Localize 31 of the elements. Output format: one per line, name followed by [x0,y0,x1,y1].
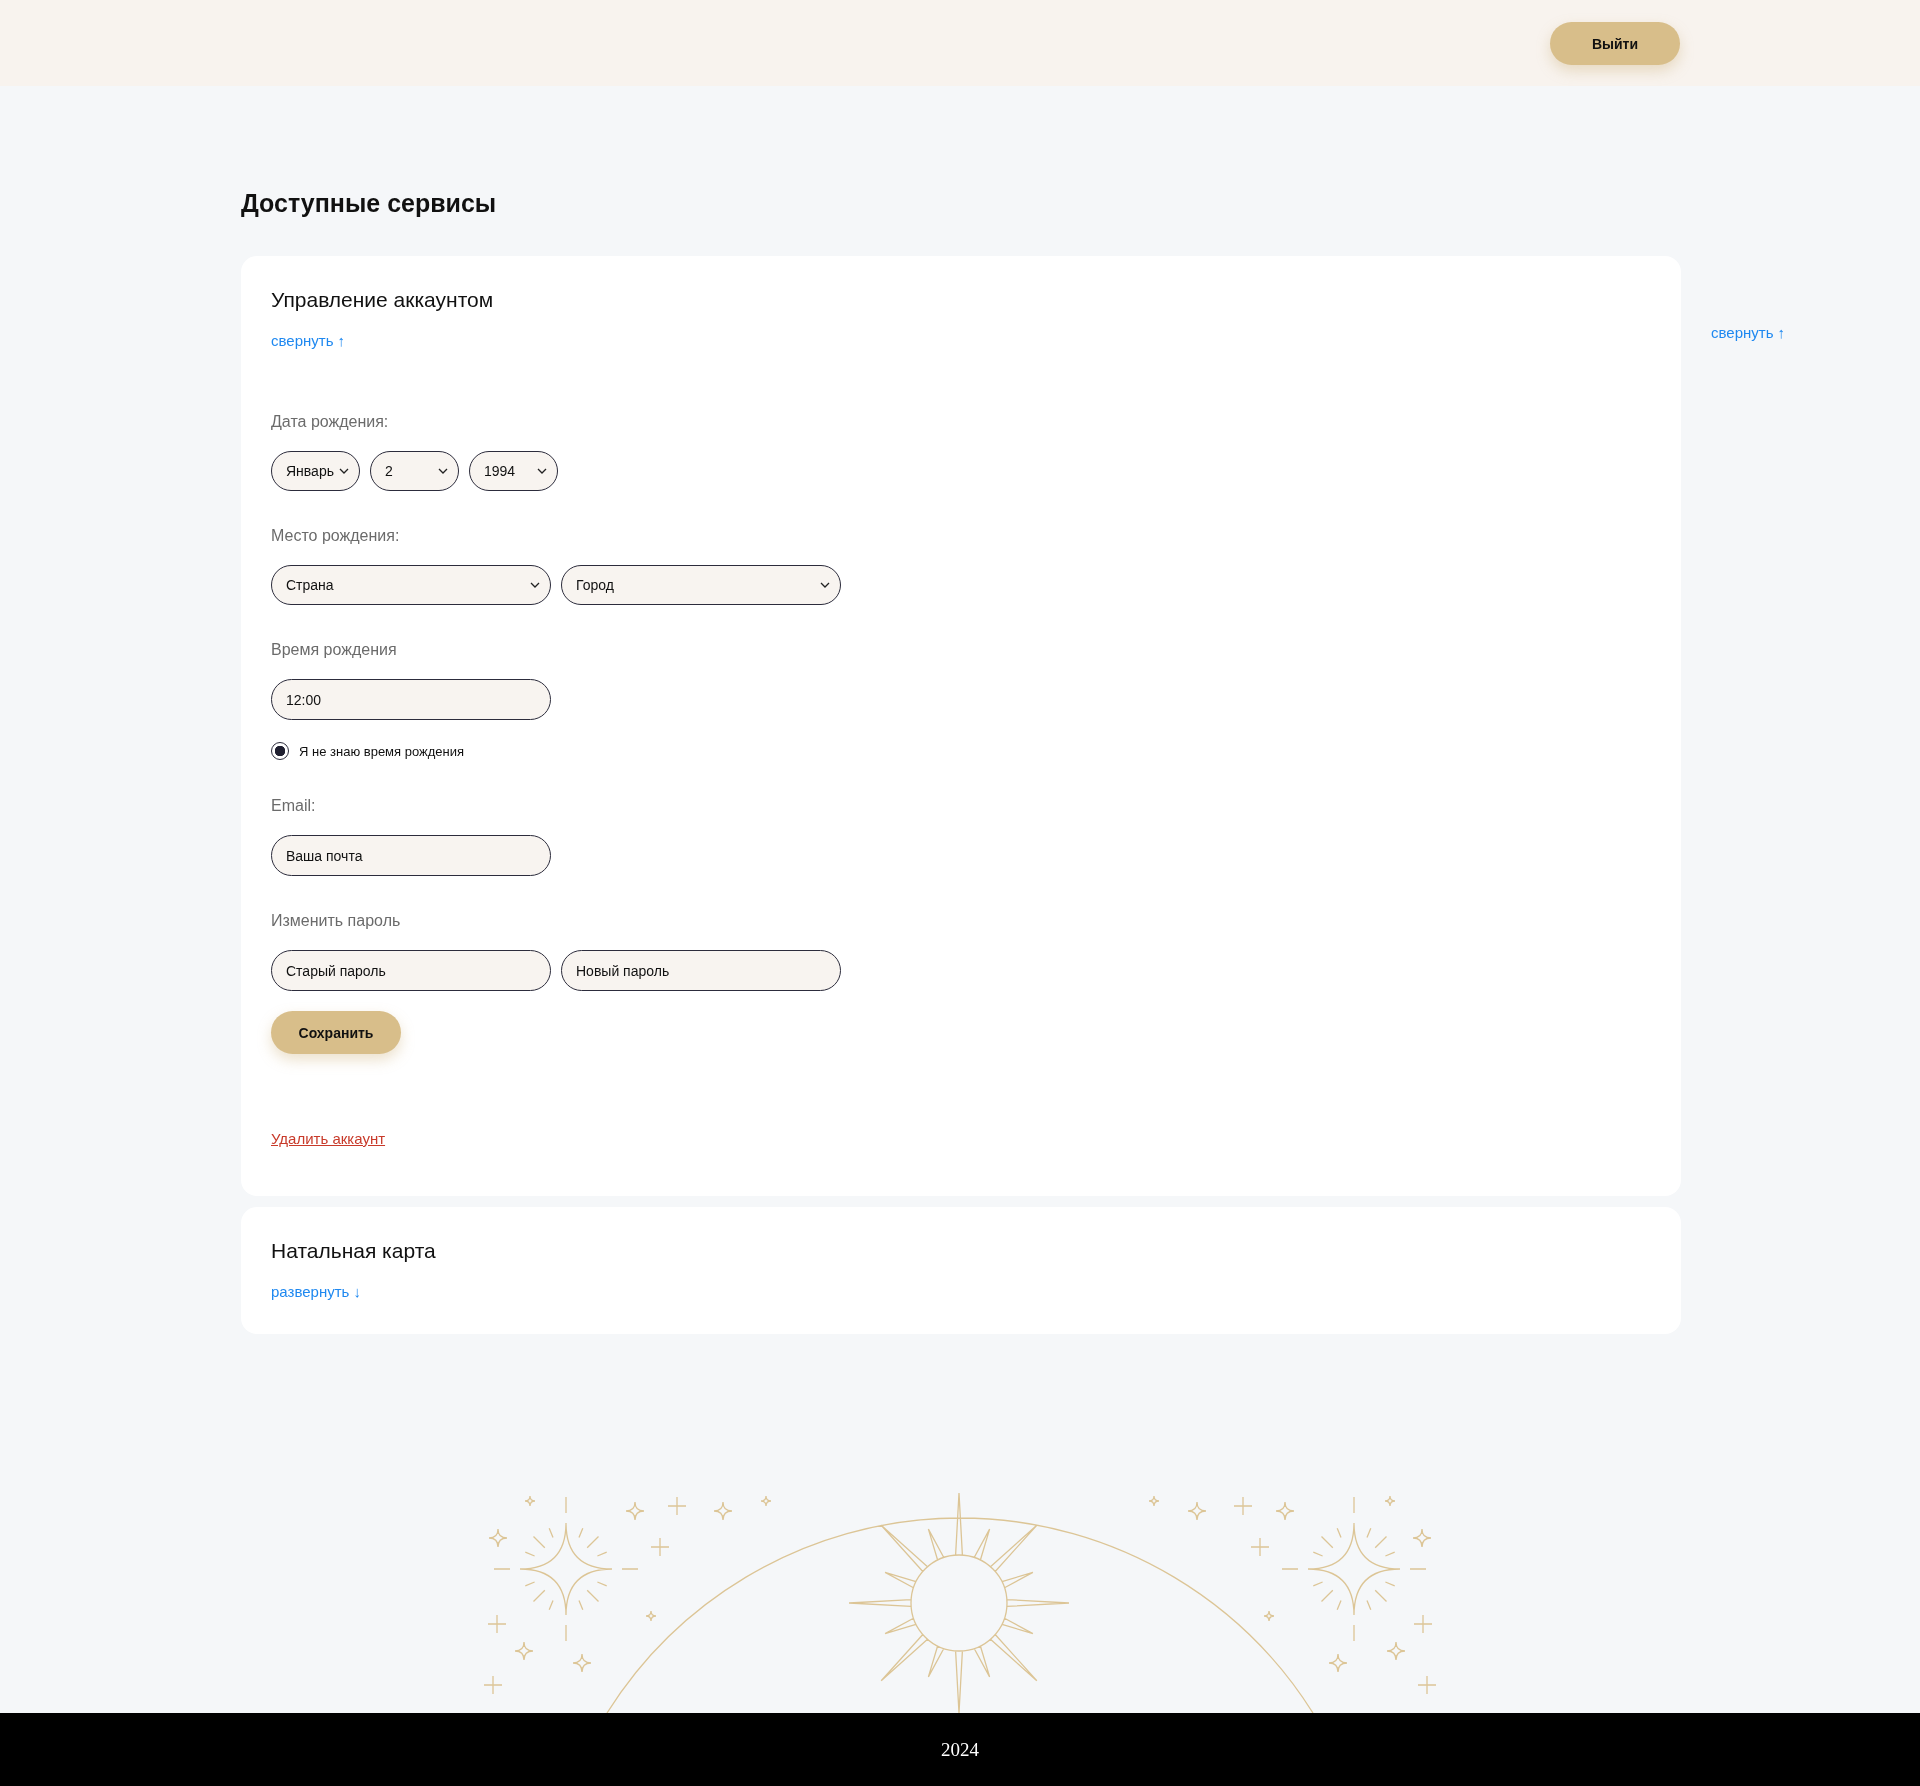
dropdown[interactable]: 1994 [469,451,558,491]
chevron-down-icon [537,468,547,474]
logout-button[interactable]: Выйти [1550,22,1680,65]
dropdown[interactable]: Страна [271,565,551,605]
delete-account-link[interactable]: Удалить аккаунт [271,1129,386,1149]
input-field[interactable]: 12:00 [271,679,551,720]
field-label: Место рождения: [271,526,401,546]
field-label: Email: [271,796,317,816]
dropdown[interactable]: Январь [271,451,360,491]
chevron-down-icon [339,468,349,474]
dropdown[interactable]: Город [561,565,841,605]
chevron-down-icon [438,468,448,474]
field-label: Время рождения [271,640,398,660]
input-field[interactable]: Ваша почта [271,835,551,876]
radio-button[interactable] [271,742,289,760]
card-title: Управление аккаунтом [271,287,495,313]
field-label: Изменить пароль [271,911,402,931]
card-title: Натальная карта [271,1238,437,1264]
expand-link[interactable]: развернуть ↓ [271,1282,361,1302]
dropdown[interactable]: 2 [370,451,459,491]
input-field[interactable]: Старый пароль [271,950,551,991]
collapse-link[interactable]: свернуть ↑ [1681,273,1786,343]
radio-label: Я не знаю время рождения [299,743,464,759]
chevron-down-icon [820,582,830,588]
field-label: Дата рождения: [271,412,390,432]
collapse-link[interactable]: свернуть ↑ [271,331,346,351]
copyright-year: 2024 [941,1738,979,1761]
input-field[interactable]: Новый пароль [561,950,841,991]
page-title: Доступные сервисы [241,188,498,218]
chevron-down-icon [530,582,540,588]
save-button[interactable]: Сохранить [271,1011,401,1054]
